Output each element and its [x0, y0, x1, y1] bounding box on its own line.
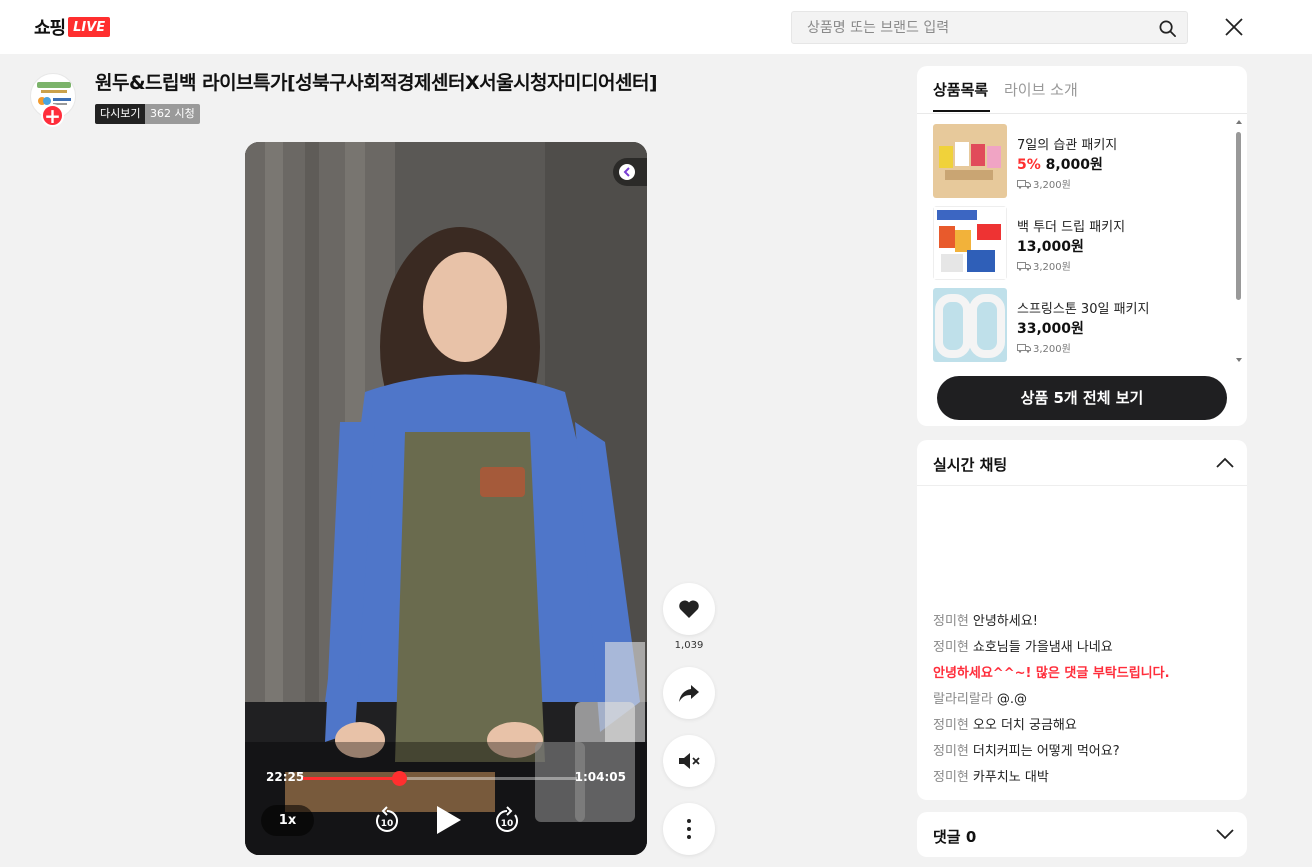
chat-message: 정미현 쇼호님들 가을냄새 나네요	[933, 636, 1233, 662]
product-name: 백 투더 드립 패키지	[1017, 220, 1126, 235]
scrollbar-thumb[interactable]	[1236, 132, 1241, 300]
shipping-fee-value: 3,200원	[1033, 344, 1071, 355]
truck-icon	[1017, 179, 1031, 189]
heart-icon	[679, 600, 699, 618]
chat-text: @.@	[996, 692, 1027, 707]
chat-message: 정미현 더치커피는 어떻게 먹어요?	[933, 740, 1233, 766]
search-input[interactable]	[807, 18, 1147, 38]
page-title: 원두&드립백 라이브특가[성북구사회적경제센터X서울시청자미디어센터]	[95, 72, 658, 94]
logo-text: 쇼핑	[34, 18, 66, 39]
total-time: 1:04:05	[574, 770, 626, 784]
video-player[interactable]: 22:25 1:04:05 1x 10 10	[245, 142, 647, 855]
playback-speed-button[interactable]: 1x	[261, 805, 314, 836]
share-icon	[679, 685, 699, 702]
view-count-badge: 362 시청	[145, 104, 200, 124]
progress-knob[interactable]	[391, 771, 407, 786]
chat-username[interactable]: 정미현	[933, 744, 969, 759]
chat-username[interactable]: 정미현	[933, 640, 969, 655]
chat-text: 카푸치노 대박	[972, 770, 1049, 785]
forward-label: 10	[501, 819, 514, 829]
chat-notice: 안녕하세요^^~! 많은 댓글 부탁드립니다.	[933, 662, 1233, 688]
search-box	[791, 11, 1188, 44]
chat-username[interactable]: 정미현	[933, 718, 969, 733]
product-thumbnail	[933, 288, 1007, 362]
product-item[interactable]: 스프링스톤 30일 패키지 33,000원 3,200원	[933, 288, 1223, 362]
product-name: 7일의 습관 패키지	[1017, 138, 1118, 153]
active-tab-indicator	[933, 110, 990, 112]
product-list-scrollbar[interactable]	[1234, 118, 1242, 368]
chevron-up-icon[interactable]	[1215, 453, 1235, 473]
video-frame	[245, 142, 647, 855]
collapse-overlay-button[interactable]	[613, 158, 647, 186]
more-vertical-icon	[687, 819, 691, 839]
chat-text: 안녕하세요!	[972, 614, 1038, 629]
share-button[interactable]	[663, 667, 715, 719]
progress-fill	[303, 777, 399, 780]
truck-icon	[1017, 261, 1031, 271]
shipping-fee: 3,200원	[1017, 176, 1071, 191]
chat-message: 정미현 안녕하세요!	[933, 610, 1233, 636]
scroll-down-icon[interactable]	[1235, 356, 1243, 364]
chat-message: 랄라리랄라 @.@	[933, 688, 1233, 714]
product-thumbnail	[933, 124, 1007, 198]
shipping-fee: 3,200원	[1017, 340, 1071, 355]
rewind-10-icon[interactable]: 10	[373, 806, 401, 836]
chat-username[interactable]: 랄라리랄라	[933, 692, 993, 707]
chat-notice-text: 안녕하세요^^~! 많은 댓글 부탁드립니다.	[933, 666, 1170, 681]
product-price-value: 8,000원	[1045, 157, 1103, 173]
more-options-button[interactable]	[663, 803, 715, 855]
tab-product-list[interactable]: 상품목록	[933, 79, 988, 100]
product-price: 13,000원	[1017, 236, 1084, 256]
product-item[interactable]: 7일의 습관 패키지 5% 8,000원 3,200원	[933, 124, 1223, 198]
logo-live-badge: LIVE	[68, 17, 111, 37]
shipping-fee-value: 3,200원	[1033, 262, 1071, 273]
current-time: 22:25	[266, 770, 305, 784]
product-price-value: 33,000원	[1017, 321, 1084, 337]
speaker-muted-icon	[679, 753, 700, 769]
product-price-value: 13,000원	[1017, 239, 1084, 255]
product-price: 5% 8,000원	[1017, 154, 1103, 174]
search-icon[interactable]	[1158, 19, 1177, 38]
tab-live-intro[interactable]: 라이브 소개	[1004, 79, 1078, 100]
like-count: 1,039	[674, 640, 704, 651]
follow-button[interactable]: +	[41, 104, 64, 127]
shopping-live-logo[interactable]: 쇼핑 LIVE	[34, 14, 111, 40]
chevron-left-icon	[619, 164, 635, 180]
rewind-label: 10	[381, 819, 394, 829]
chat-username[interactable]: 정미현	[933, 770, 969, 785]
chat-text: 오오 더치 궁금해요	[972, 718, 1077, 733]
shipping-fee-value: 3,200원	[1033, 180, 1071, 191]
chat-title: 실시간 채팅	[933, 456, 1008, 474]
shipping-fee: 3,200원	[1017, 258, 1071, 273]
replay-badge: 다시보기	[95, 104, 146, 124]
product-price: 33,000원	[1017, 318, 1084, 338]
comments-title: 댓글 0	[933, 828, 977, 846]
play-icon[interactable]	[433, 802, 465, 838]
chat-header[interactable]: 실시간 채팅	[917, 440, 1247, 486]
close-icon[interactable]	[1222, 15, 1246, 39]
view-all-products-button[interactable]: 상품 5개 전체 보기	[937, 376, 1227, 420]
chat-message: 정미현 오오 더치 궁금해요	[933, 714, 1233, 740]
forward-10-icon[interactable]: 10	[493, 806, 521, 836]
chat-messages: 정미현 안녕하세요! 정미현 쇼호님들 가을냄새 나네요 안녕하세요^^~! 많은 …	[933, 610, 1233, 792]
comments-panel[interactable]: 댓글 0	[917, 812, 1247, 857]
mute-button[interactable]	[663, 735, 715, 787]
live-chat-panel: 실시간 채팅 정미현 안녕하세요! 정미현 쇼호님들 가을냄새 나네요 안녕하세요^…	[917, 440, 1247, 800]
chat-text: 더치커피는 어떻게 먹어요?	[972, 744, 1120, 759]
top-header: 쇼핑 LIVE	[0, 0, 1312, 54]
chat-text: 쇼호님들 가을냄새 나네요	[972, 640, 1113, 655]
product-item[interactable]: 백 투더 드립 패키지 13,000원 3,200원	[933, 206, 1223, 280]
progress-bar[interactable]	[303, 771, 577, 786]
like-button[interactable]	[663, 583, 715, 635]
chat-username[interactable]: 정미현	[933, 614, 969, 629]
product-tabs: 상품목록 라이브 소개	[917, 66, 1247, 114]
chat-message: 정미현 카푸치노 대박	[933, 766, 1233, 792]
products-panel: 상품목록 라이브 소개 7일의 습관 패키지 5% 8,000원 3,200원 …	[917, 66, 1247, 426]
truck-icon	[1017, 343, 1031, 353]
product-name: 스프링스톤 30일 패키지	[1017, 302, 1150, 317]
product-thumbnail	[933, 206, 1007, 280]
chevron-down-icon[interactable]	[1215, 824, 1235, 844]
product-discount: 5%	[1017, 157, 1041, 173]
scroll-up-icon[interactable]	[1235, 118, 1243, 126]
